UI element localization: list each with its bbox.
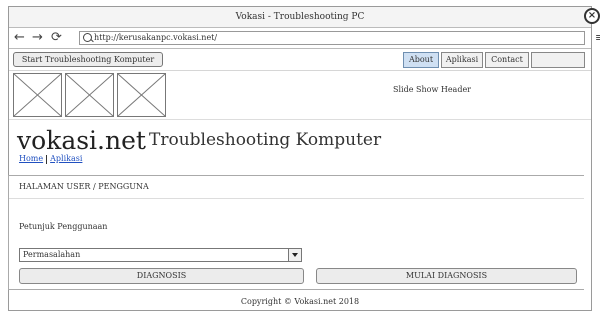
brand-area: vokasi.net Troubleshooting Komputer Home… — [9, 120, 591, 166]
diagnosis-button[interactable]: DIAGNOSIS — [19, 268, 304, 284]
start-diagnosis-button[interactable]: MULAI DIAGNOSIS — [316, 268, 577, 284]
slideshow-title: Slide Show Header — [393, 85, 471, 94]
image-placeholder — [13, 73, 62, 117]
tab-contact[interactable]: Contact — [485, 52, 529, 68]
browser-navbar: ← → ⟳ http://kerusakanpc.vokasi.net/ ≡ — [9, 28, 600, 49]
breadcrumb-home-link[interactable]: Home — [19, 154, 43, 163]
search-icon — [83, 33, 92, 42]
site-logo-text: vokasi.net — [17, 126, 146, 155]
forward-arrow-icon[interactable]: → — [32, 30, 43, 45]
menu-icon[interactable]: ≡ — [595, 32, 600, 44]
breadcrumb: Home Aplikasi — [19, 154, 82, 164]
back-arrow-icon[interactable]: ← — [14, 30, 25, 45]
tab-about[interactable]: About — [403, 52, 439, 68]
breadcrumb-separator — [46, 154, 48, 164]
select-value: Permasalahan — [23, 250, 81, 259]
image-placeholder — [117, 73, 166, 117]
reload-icon[interactable]: ⟳ — [51, 30, 62, 45]
problem-select[interactable]: Permasalahan — [19, 248, 302, 262]
close-icon[interactable]: × — [584, 8, 600, 24]
user-panel: HALAMAN USER / PENGGUNA Petunjuk Penggun… — [8, 175, 584, 290]
url-text: http://kerusakanpc.vokasi.net/ — [94, 33, 218, 42]
footer-copyright: Copyright © Vokasi.net 2018 — [240, 297, 360, 306]
start-troubleshooting-button[interactable]: Start Troubleshooting Komputer — [13, 52, 163, 67]
slideshow-header: Slide Show Header — [9, 71, 591, 120]
tab-aplikasi[interactable]: Aplikasi — [441, 52, 483, 68]
tab-spacer — [531, 52, 585, 68]
address-bar[interactable]: http://kerusakanpc.vokasi.net/ — [79, 31, 585, 45]
usage-guide-text: Petunjuk Penggunaan — [19, 222, 108, 231]
chevron-down-icon[interactable] — [288, 248, 302, 262]
breadcrumb-aplikasi-link[interactable]: Aplikasi — [50, 154, 82, 163]
window-title: Vokasi - Troubleshooting PC — [235, 12, 365, 22]
image-placeholder — [65, 73, 114, 117]
site-subtitle: Troubleshooting Komputer — [149, 130, 382, 150]
title-bar: Vokasi - Troubleshooting PC × — [9, 7, 600, 28]
panel-title: HALAMAN USER / PENGGUNA — [9, 176, 584, 199]
site-toolbar: Start Troubleshooting Komputer About Apl… — [9, 49, 591, 71]
